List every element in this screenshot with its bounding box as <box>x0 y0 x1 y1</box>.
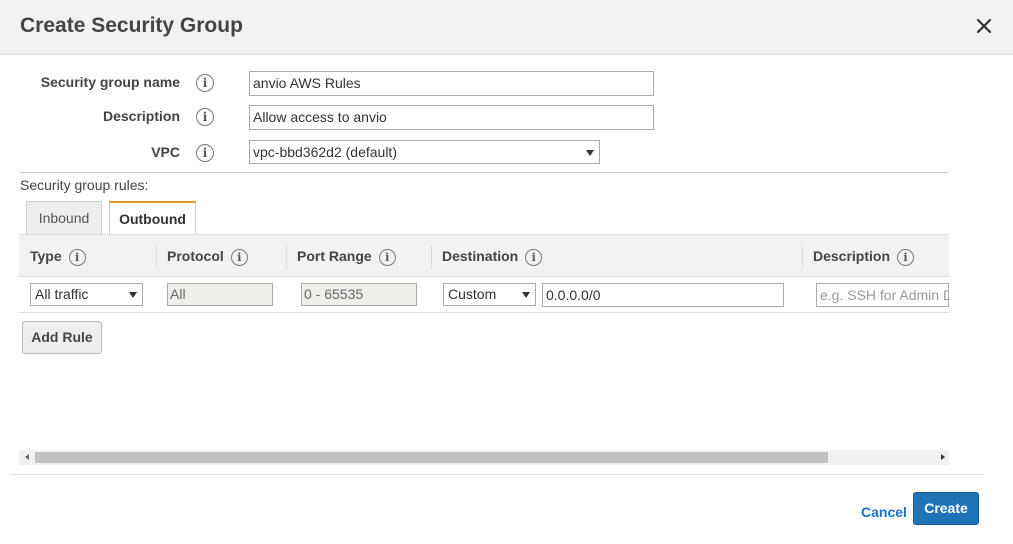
column-separator <box>802 245 803 269</box>
column-header-label: Destination <box>442 248 519 264</box>
description-label: Description <box>102 108 180 124</box>
close-icon[interactable] <box>972 14 996 38</box>
column-header-label: Protocol <box>167 248 224 264</box>
info-icon[interactable]: i <box>230 248 248 266</box>
column-header-label: Type <box>30 248 62 264</box>
column-separator <box>431 245 432 269</box>
vpc-select[interactable]: vpc-bbd362d2 (default) <box>249 140 600 164</box>
type-select[interactable]: All traffic <box>30 283 143 306</box>
rules-table-header: Type i Protocol i Port Range i Destination i… <box>19 234 949 277</box>
info-icon[interactable]: i <box>196 108 214 126</box>
divider <box>19 172 949 173</box>
column-header-port-range: Port Range i <box>297 235 396 278</box>
port-range-field: 0 - 65535 <box>301 283 417 306</box>
column-header-description: Description i <box>813 235 915 278</box>
info-icon[interactable]: i <box>525 248 543 266</box>
vpc-label: VPC <box>151 144 180 160</box>
security-group-name-input[interactable]: anvio AWS Rules <box>249 71 654 96</box>
rules-section-label: Security group rules: <box>20 177 149 193</box>
table-row: All traffic All 0 - 65535 Custom 0.0.0.0… <box>19 277 949 313</box>
column-header-protocol: Protocol i <box>167 235 248 278</box>
divider <box>10 474 984 475</box>
scroll-left-icon[interactable] <box>25 454 29 460</box>
info-icon[interactable]: i <box>897 248 915 266</box>
column-header-type: Type i <box>30 235 86 278</box>
info-icon[interactable]: i <box>68 248 86 266</box>
info-icon[interactable]: i <box>378 248 396 266</box>
chevron-down-icon <box>586 150 594 156</box>
scroll-right-icon[interactable] <box>941 454 945 460</box>
horizontal-scrollbar[interactable] <box>19 450 949 465</box>
scrollbar-thumb[interactable] <box>35 452 828 463</box>
tab-inbound[interactable]: Inbound <box>26 201 102 234</box>
column-header-label: Description <box>813 248 891 264</box>
destination-type-value: Custom <box>448 286 497 302</box>
destination-input[interactable]: 0.0.0.0/0 <box>542 283 784 307</box>
dialog-header: Create Security Group <box>0 0 1013 55</box>
add-rule-button[interactable]: Add Rule <box>22 321 102 354</box>
description-input[interactable]: Allow access to anvio <box>249 105 654 130</box>
info-icon[interactable]: i <box>196 74 214 92</box>
protocol-field: All <box>167 283 273 306</box>
vpc-select-value: vpc-bbd362d2 (default) <box>253 144 397 160</box>
destination-type-select[interactable]: Custom <box>443 283 536 306</box>
type-select-value: All traffic <box>35 286 89 302</box>
cancel-button[interactable]: Cancel <box>861 504 907 520</box>
column-header-destination: Destination i <box>442 235 543 278</box>
tab-outbound[interactable]: Outbound <box>109 201 196 234</box>
info-icon[interactable]: i <box>196 144 214 162</box>
chevron-down-icon <box>522 292 530 298</box>
create-button[interactable]: Create <box>913 492 979 525</box>
column-header-label: Port Range <box>297 248 372 264</box>
dialog-title: Create Security Group <box>20 14 243 37</box>
chevron-down-icon <box>129 292 137 298</box>
column-separator <box>156 245 157 269</box>
column-separator <box>286 245 287 269</box>
rule-description-input[interactable]: e.g. SSH for Admin De <box>816 283 949 307</box>
security-group-name-label: Security group name <box>40 74 180 90</box>
